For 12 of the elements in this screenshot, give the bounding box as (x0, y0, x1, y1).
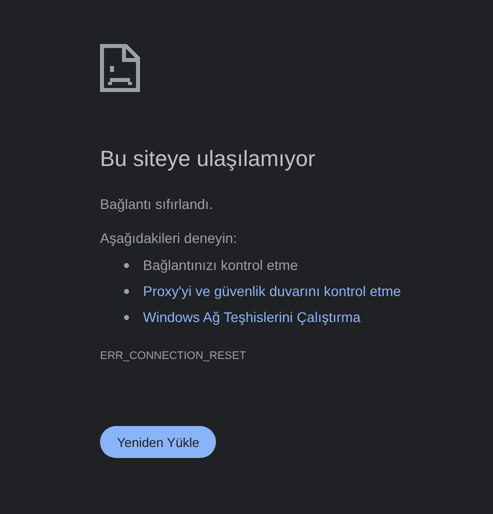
error-code: ERR_CONNECTION_RESET (100, 349, 246, 364)
sad-page-icon (100, 44, 140, 92)
bullet-icon (124, 314, 129, 320)
suggestions-heading: Aşağıdakileri deneyin: (100, 229, 237, 248)
error-message: Bağlantı sıfırlandı. (100, 195, 213, 214)
suggestion-link[interactable]: Proxy'yi ve güvenlik duvarını kontrol etme (143, 283, 401, 299)
error-title: Bu siteye ulaşılamıyor (100, 145, 316, 173)
suggestion-text: Bağlantınızı kontrol etme (143, 257, 298, 273)
bullet-icon (124, 288, 129, 294)
suggestion-link[interactable]: Windows Ağ Teşhislerini Çalıştırma (143, 309, 361, 325)
bullet-icon (124, 262, 129, 268)
reload-button[interactable]: Yeniden Yükle (100, 426, 216, 458)
